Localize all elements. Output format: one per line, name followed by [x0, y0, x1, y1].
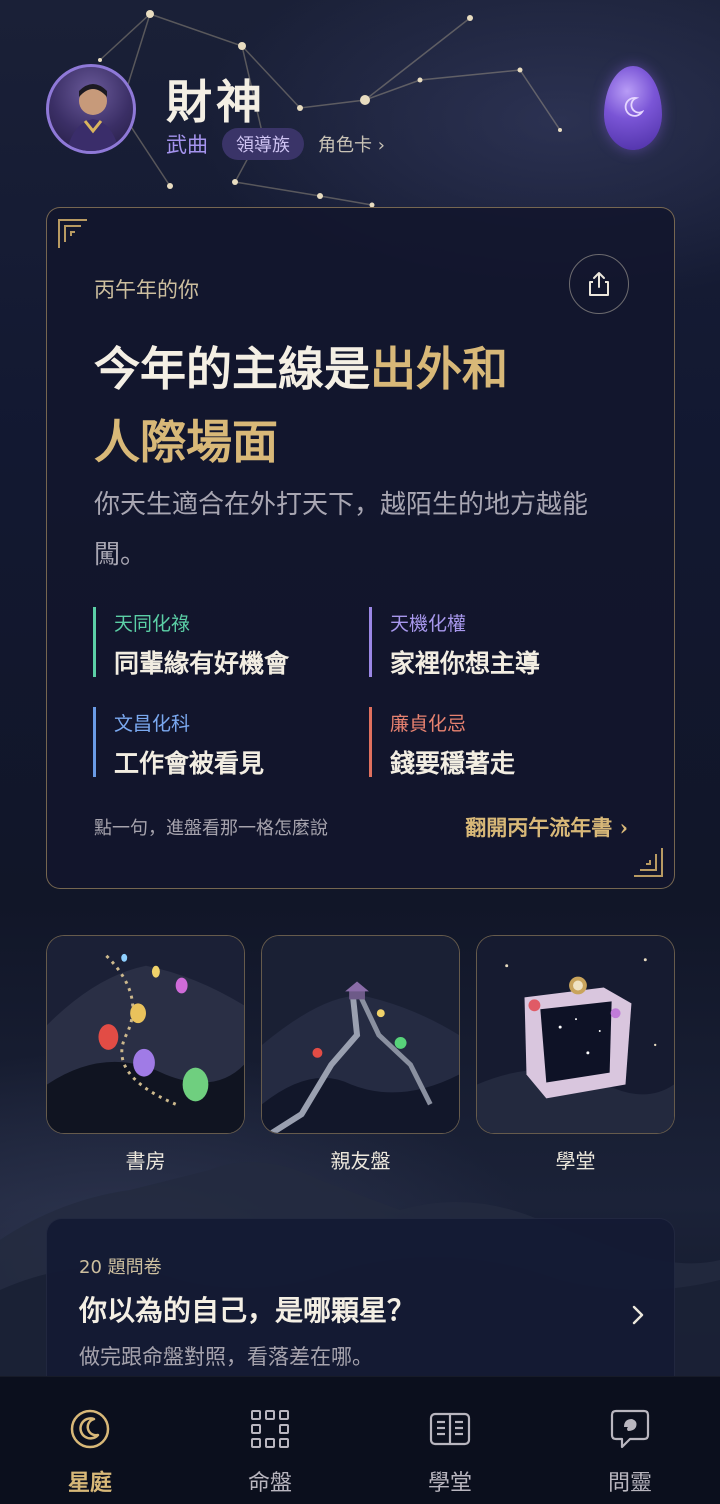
tap-hint: 點一句，進盤看那一格怎麼說 — [94, 818, 328, 839]
subtitle-row: 武曲 領導族 角色卡 › — [166, 128, 385, 160]
moon-icon — [70, 1409, 110, 1449]
year-label: 丙午年的你 — [94, 278, 199, 302]
nav-label: 命盤 — [247, 1471, 292, 1496]
questionnaire-card[interactable]: 20 題問卷 你以為的自己，是哪顆星？ 做完跟命盤對照，看落差在哪。 — [46, 1218, 675, 1398]
lantern-path-illustration — [47, 936, 244, 1133]
yearly-fortune-card: 丙午年的你 今年的主線是出外和人際場面 你天生適合在外打天下，越陌生的地方越能闖… — [46, 207, 675, 889]
avatar[interactable] — [46, 64, 136, 154]
avatar-portrait-icon — [67, 84, 119, 151]
crescent-moon-icon — [624, 97, 644, 117]
chevron-right-icon — [632, 1305, 644, 1325]
home-screen: 財神 武曲 領導族 角色卡 › 丙午年的你 今年的主線是出外和人際場面 你天生適… — [0, 0, 720, 1504]
questionnaire-subtitle: 做完跟命盤對照，看落差在哪。 — [79, 1345, 373, 1369]
nav-item-academy[interactable]: 學堂 — [360, 1377, 540, 1504]
trait-key: 天同化祿 — [114, 613, 191, 635]
fortune-description: 你天生適合在外打天下，越陌生的地方越能闖。 — [94, 490, 589, 570]
bottom-navigation: 星庭 命盤 學堂 問靈 — [0, 1376, 720, 1504]
corner-ornament-icon — [58, 219, 87, 248]
trait-item[interactable]: 廉貞化忌 錢要穩著走 — [369, 707, 516, 778]
open-yearly-book-link[interactable]: 翻開丙午流年書 › — [465, 812, 628, 842]
study-room-tile[interactable] — [46, 935, 245, 1134]
headline-white-text: 今年的主線是 — [94, 342, 370, 396]
nav-item-chart[interactable]: 命盤 — [180, 1377, 360, 1504]
mountain-stairs-illustration — [262, 936, 459, 1133]
trait-key: 天機化權 — [390, 613, 467, 635]
trait-item[interactable]: 天機化權 家裡你想主導 — [369, 607, 541, 678]
academy-tile[interactable] — [476, 935, 675, 1134]
corner-ornament-icon — [634, 848, 663, 877]
trait-text: 同輩緣有好機會 — [114, 649, 290, 678]
open-book-icon — [429, 1412, 471, 1446]
trait-item[interactable]: 文昌化科 工作會被看見 — [93, 707, 265, 778]
friends-chart-tile[interactable] — [261, 935, 460, 1134]
question-count: 20 題問卷 — [79, 1257, 162, 1278]
role-card-link[interactable]: 角色卡 › — [318, 131, 385, 157]
nav-label: 星庭 — [67, 1471, 112, 1496]
fortune-headline: 今年的主線是出外和人際場面 — [94, 333, 634, 479]
share-icon — [589, 272, 609, 296]
trait-key: 廉貞化忌 — [390, 713, 467, 735]
nav-label: 問靈 — [607, 1471, 652, 1496]
main-star-name: 武曲 — [166, 133, 208, 157]
share-button[interactable] — [569, 254, 629, 314]
star-cube-illustration — [477, 936, 674, 1133]
tile-label: 書房 — [125, 1149, 166, 1173]
headline-gold-text-2: 人際場面 — [94, 415, 278, 469]
questionnaire-title: 你以為的自己，是哪顆星？ — [79, 1294, 416, 1327]
star-title: 財神 — [166, 75, 266, 129]
trait-text: 工作會被看見 — [114, 749, 265, 778]
trait-text: 錢要穩著走 — [390, 749, 516, 778]
grid-chart-icon — [251, 1410, 289, 1448]
tile-label: 親友盤 — [330, 1149, 391, 1173]
nav-label: 學堂 — [427, 1471, 472, 1496]
nav-item-ask-spirit[interactable]: 問靈 — [540, 1377, 720, 1504]
tile-label: 學堂 — [555, 1149, 596, 1173]
nav-item-star-court[interactable]: 星庭 — [0, 1377, 180, 1504]
tribe-badge: 領導族 — [222, 128, 304, 160]
trait-key: 文昌化科 — [114, 713, 191, 735]
headline-gold-text: 出外和 — [370, 342, 508, 396]
trait-text: 家裡你想主導 — [390, 649, 541, 678]
chat-bubble-icon — [610, 1409, 650, 1449]
trait-item[interactable]: 天同化祿 同輩緣有好機會 — [93, 607, 290, 678]
